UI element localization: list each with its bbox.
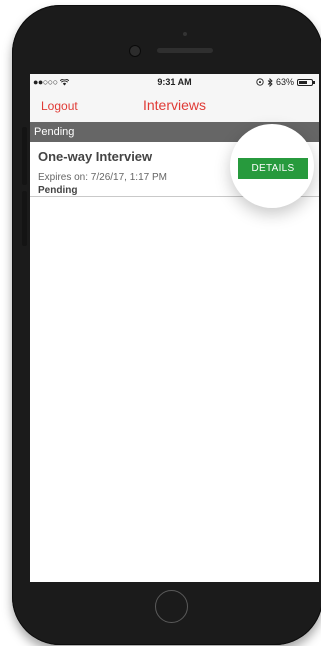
navigation-bar: Logout Interviews	[30, 90, 319, 122]
app-screen: ●●○○○ 9:31 AM 63% Logout Interviews Pend…	[30, 74, 319, 582]
volume-up-button	[22, 127, 27, 185]
interview-list-item[interactable]: One-way Interview Expires on: 7/26/17, 1…	[30, 124, 319, 208]
page-title: Interviews	[142, 97, 207, 113]
earpiece-speaker	[157, 48, 213, 53]
interview-status: Pending	[38, 185, 78, 196]
home-button[interactable]	[155, 590, 188, 623]
details-button[interactable]: DETAILS	[238, 158, 308, 179]
interview-expiry: Expires on: 7/26/17, 1:17 PM	[38, 172, 167, 183]
bluetooth-icon	[267, 77, 273, 87]
orientation-lock-icon	[256, 78, 264, 86]
interview-title: One-way Interview	[38, 149, 153, 164]
battery-icon	[297, 78, 315, 86]
battery-fill	[299, 80, 307, 84]
status-bar: ●●○○○ 9:31 AM 63%	[30, 74, 319, 90]
volume-down-button	[22, 191, 27, 246]
front-camera	[129, 45, 141, 57]
status-right: 63%	[256, 77, 315, 87]
proximity-sensor	[183, 32, 187, 36]
battery-percent: 63%	[275, 77, 294, 87]
